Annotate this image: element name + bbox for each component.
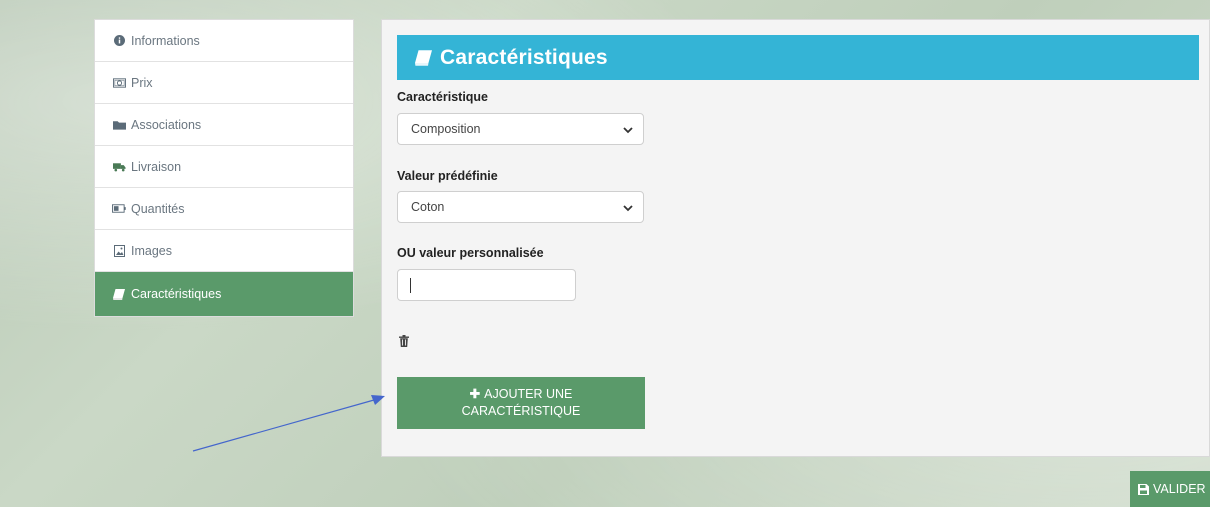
predefined-value-select[interactable]: Coton (397, 191, 644, 223)
add-feature-label-line1: AJOUTER UNE (484, 387, 573, 401)
tab-caracteristiques[interactable]: Caractéristiques (95, 272, 353, 316)
money-icon (112, 77, 126, 89)
validate-label: VALIDER (1153, 482, 1206, 496)
custom-value-input[interactable] (397, 269, 576, 301)
save-icon (1138, 483, 1149, 495)
book-icon (415, 49, 432, 66)
tab-label: Caractéristiques (131, 287, 222, 301)
predefined-value-label: Valeur prédéfinie (397, 169, 498, 183)
chevron-down-icon (623, 127, 633, 134)
tab-label: Images (131, 243, 172, 258)
panel-title: Caractéristiques (440, 45, 608, 69)
tab-images[interactable]: Images (95, 230, 353, 272)
tab-informations[interactable]: Informations (95, 20, 353, 62)
product-tabs-sidebar: Informations Prix Associations Livraison… (94, 19, 354, 317)
tab-label: Prix (131, 75, 153, 90)
validate-button[interactable]: VALIDER (1130, 471, 1210, 507)
chevron-down-icon (623, 205, 633, 212)
tab-associations[interactable]: Associations (95, 104, 353, 146)
tab-label: Quantités (131, 201, 185, 216)
tab-label: Associations (131, 117, 202, 132)
panel-header: Caractéristiques (397, 35, 1199, 80)
add-feature-button[interactable]: ✚ AJOUTER UNE CARACTÉRISTIQUE (397, 377, 645, 429)
book-icon (112, 288, 126, 300)
plus-icon: ✚ (469, 387, 481, 401)
folder-icon (112, 119, 126, 131)
tab-quantites[interactable]: Quantités (95, 188, 353, 230)
image-icon (112, 244, 126, 257)
features-panel: Caractéristiques Caractéristique Composi… (381, 19, 1210, 457)
tab-livraison[interactable]: Livraison (95, 146, 353, 188)
battery-icon (112, 203, 126, 215)
add-feature-label-line2: CARACTÉRISTIQUE (461, 404, 581, 418)
custom-value-label: OU valeur personnalisée (397, 246, 544, 260)
predefined-value-select-value: Coton (411, 200, 445, 214)
info-circle-icon (112, 35, 126, 47)
text-caret (410, 278, 411, 293)
feature-select[interactable]: Composition (397, 113, 644, 145)
truck-icon (112, 161, 126, 173)
tab-label: Informations (131, 33, 200, 48)
tab-label: Livraison (131, 159, 182, 174)
feature-label: Caractéristique (397, 90, 489, 104)
feature-select-value: Composition (411, 122, 481, 136)
tab-prix[interactable]: Prix (95, 62, 353, 104)
trash-icon[interactable] (399, 335, 409, 347)
